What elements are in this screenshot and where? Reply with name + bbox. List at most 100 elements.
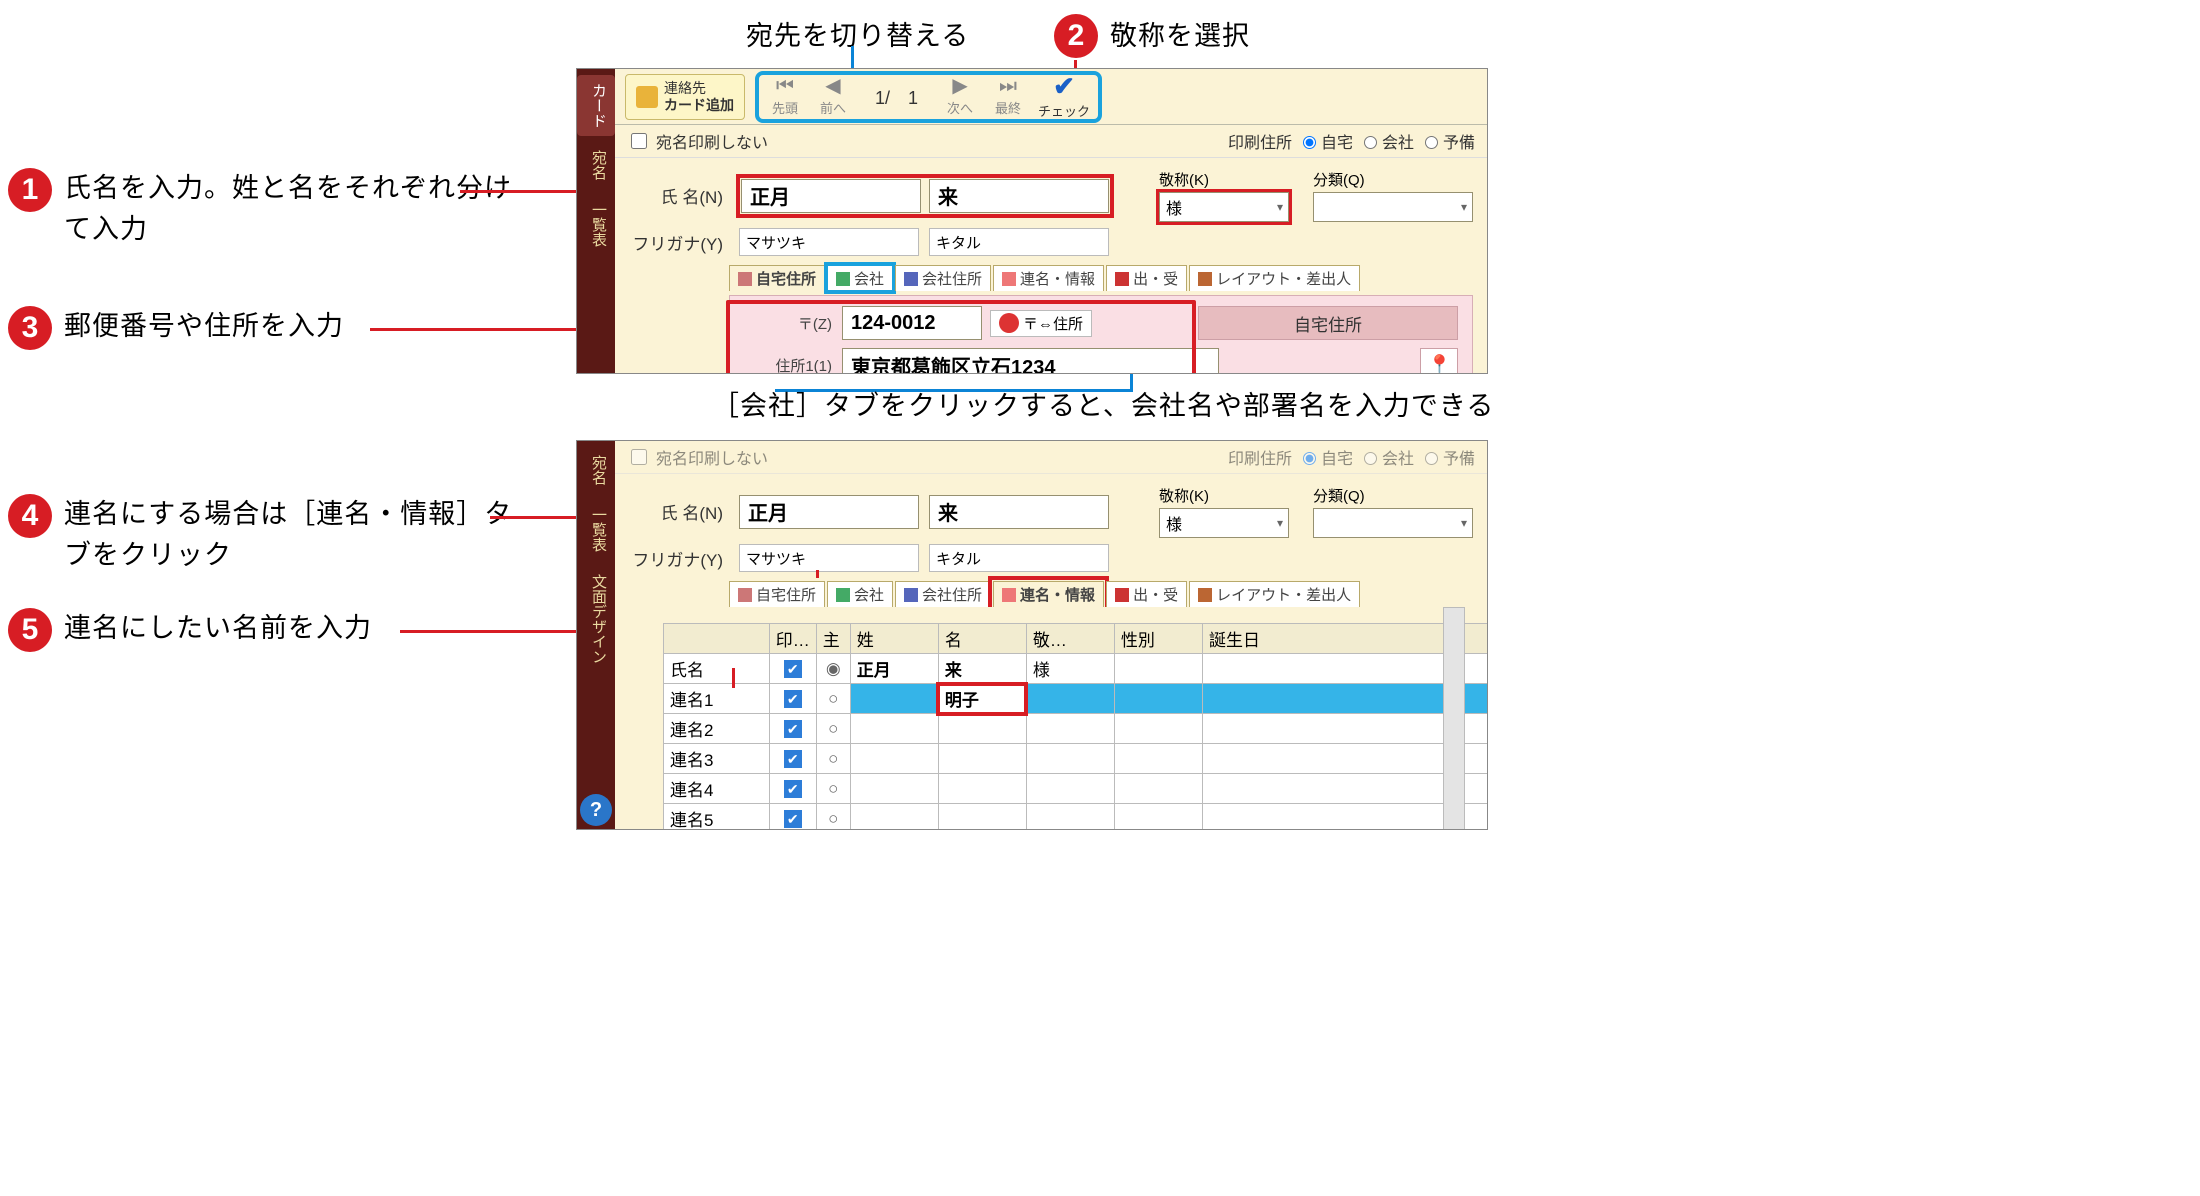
prev-icon: ◀: [825, 76, 840, 96]
no-print-checkbox-label[interactable]: 宛名印刷しない: [627, 129, 768, 153]
no-print-checkbox-2[interactable]: [631, 449, 647, 465]
print-options-row: 宛名印刷しない 印刷住所 自宅 会社 予備: [615, 125, 1487, 158]
name-label-2: 氏 名(N): [629, 499, 729, 524]
home-address-panel: 〒(Z) 〒⇔住所 住所1(1) 住所2(2) 自宅住所 📍: [729, 295, 1473, 374]
tab-layout-sender[interactable]: レイアウト・差出人: [1189, 265, 1360, 291]
furigana-mei-input-2[interactable]: [929, 544, 1109, 572]
company-tab-note: ［会社］タブをクリックすると、会社名や部署名を入力できる: [712, 384, 1494, 423]
note-switch-recipient-text: 宛先を切り替える: [746, 16, 969, 57]
map-pin-button[interactable]: 📍: [1420, 348, 1458, 374]
record-nav-cluster: ⏮先頭 ◀前へ 1/ 1 ▶次へ ⏭最終 ✔チェック: [755, 71, 1102, 123]
print-addr-company[interactable]: 会社: [1359, 129, 1414, 153]
nav-next-button[interactable]: ▶次へ: [936, 73, 984, 121]
callout-2: 2 敬称を選択: [1054, 14, 1250, 58]
category-select-2[interactable]: [1313, 508, 1473, 538]
leader-4v2: [816, 570, 819, 578]
callout-1-text: 氏名を入力。姓と名をそれぞれ分けて入力: [64, 168, 528, 249]
app-panel-2: 宛名 一覧表 文面デザイン ? 宛名印刷しない 印刷住所 自宅 会社 予備: [576, 440, 1488, 830]
joint-row-4[interactable]: 連名4 ✔ ○: [664, 774, 1489, 804]
tab-joint-info-2[interactable]: 連名・情報: [993, 581, 1104, 607]
tab-home-address-2[interactable]: 自宅住所: [729, 581, 825, 607]
tab-company-address-2[interactable]: 会社住所: [895, 581, 991, 607]
print-addr-company-radio[interactable]: [1364, 136, 1377, 149]
joint-name-area: 印… 主 姓 名 敬… 性別 誕生日 氏名 ✔ ◉ 正月: [629, 607, 1473, 830]
nav-prev-button[interactable]: ◀前へ: [809, 73, 857, 121]
print-check-icon: ✔: [784, 660, 802, 678]
joint-table-scrollbar[interactable]: [1443, 607, 1465, 830]
joint-name-1-input[interactable]: 明子: [938, 684, 1026, 714]
joint-row-5[interactable]: 連名5 ✔ ○: [664, 804, 1489, 831]
joint-row-1[interactable]: 連名1 ✔ ○ 明子: [664, 684, 1489, 714]
furigana-sei-input-2[interactable]: [739, 544, 919, 572]
help-bubble-icon[interactable]: ?: [580, 794, 612, 826]
joint-row-2[interactable]: 連名2 ✔ ○: [664, 714, 1489, 744]
surname-input-2[interactable]: [739, 495, 919, 529]
layout-icon: [1198, 272, 1212, 286]
company-tab-note-text: ［会社］タブをクリックすると、会社名や部署名を入力できる: [712, 391, 1494, 421]
toolbar: 連絡先カード追加 ⏮先頭 ◀前へ 1/ 1 ▶次へ ⏭最終 ✔チェック: [615, 69, 1487, 125]
tab-home-address[interactable]: 自宅住所: [729, 265, 825, 291]
nav-check-button[interactable]: ✔チェック: [1032, 73, 1096, 121]
callout-4-text: 連名にする場合は［連名・情報］タブをクリック: [64, 494, 528, 575]
note-switch-recipient: 宛先を切り替える: [746, 16, 969, 57]
tab-joint-info[interactable]: 連名・情報: [993, 265, 1104, 291]
side-tab-bunmen[interactable]: 文面デザイン: [577, 566, 615, 672]
tab-company-address[interactable]: 会社住所: [895, 265, 991, 291]
address-tabs-2: 自宅住所 会社 会社住所 連名・情報 出・受 レイアウト・差出人: [629, 575, 1473, 607]
side-tab-card[interactable]: カード: [577, 75, 615, 136]
tab-company[interactable]: 会社: [827, 265, 893, 291]
callout-3-number: 3: [8, 306, 52, 350]
add-card-icon: [636, 86, 658, 108]
first-icon: ⏮: [776, 76, 794, 96]
leader-5v2: [732, 668, 735, 688]
nav-last-button[interactable]: ⏭最終: [984, 73, 1032, 121]
print-addr-spare[interactable]: 予備: [1420, 129, 1475, 153]
home-address-button[interactable]: 自宅住所: [1198, 306, 1458, 340]
side-tab-atena-2[interactable]: 宛名: [577, 447, 615, 493]
callout-4-number: 4: [8, 494, 52, 538]
home-icon: [738, 272, 752, 286]
check-icon: ✔: [1053, 73, 1075, 99]
callout-5-number: 5: [8, 608, 52, 652]
tab-company-2[interactable]: 会社: [827, 581, 893, 607]
print-addr-home[interactable]: 自宅: [1298, 129, 1353, 153]
tab-layout-sender-2[interactable]: レイアウト・差出人: [1189, 581, 1360, 607]
nav-first-button[interactable]: ⏮先頭: [761, 73, 809, 121]
side-tab-list-2[interactable]: 一覧表: [577, 499, 615, 560]
joint-row-3[interactable]: 連名3 ✔ ○: [664, 744, 1489, 774]
joint-row-main[interactable]: 氏名 ✔ ◉ 正月 来 様: [664, 654, 1489, 684]
joint-header-row: 印… 主 姓 名 敬… 性別 誕生日: [664, 624, 1489, 654]
side-tab-strip-2: 宛名 一覧表 文面デザイン: [577, 441, 615, 829]
furigana-label: フリガナ(Y): [629, 230, 729, 255]
no-print-text: 宛名印刷しない: [656, 129, 768, 153]
name-label: 氏 名(N): [629, 183, 729, 208]
surname-input[interactable]: [741, 179, 921, 213]
tab-inout-2[interactable]: 出・受: [1106, 581, 1187, 607]
no-print-checkbox[interactable]: [631, 133, 647, 149]
furigana-mei-input[interactable]: [929, 228, 1109, 256]
category-select[interactable]: [1313, 192, 1473, 222]
inout-icon: [1115, 272, 1129, 286]
no-print-checkbox-label-2[interactable]: 宛名印刷しない: [627, 445, 768, 469]
given-name-input-2[interactable]: [929, 495, 1109, 529]
tab-inout[interactable]: 出・受: [1106, 265, 1187, 291]
honorific-select-2[interactable]: [1159, 508, 1289, 538]
add-contact-card-button[interactable]: 連絡先カード追加: [625, 74, 745, 120]
joint-icon: [1002, 272, 1016, 286]
joint-name-table: 印… 主 姓 名 敬… 性別 誕生日 氏名 ✔ ◉ 正月: [663, 623, 1488, 830]
side-tab-list[interactable]: 一覧表: [577, 194, 615, 255]
print-addr-home-radio[interactable]: [1303, 136, 1316, 149]
honorific-select[interactable]: [1159, 192, 1289, 222]
add-card-label: 連絡先カード追加: [664, 80, 734, 112]
name-form-area-2: 氏 名(N) 敬称(K) 分類(Q) フリガナ(Y): [615, 474, 1487, 830]
print-addr-spare-radio[interactable]: [1425, 136, 1438, 149]
print-address-label: 印刷住所: [1228, 129, 1292, 153]
callout-1: 1 氏名を入力。姓と名をそれぞれ分けて入力: [8, 168, 528, 249]
side-tab-atena[interactable]: 宛名: [577, 142, 615, 188]
record-position: 1/ 1: [857, 84, 936, 110]
given-name-input[interactable]: [929, 179, 1109, 213]
building-icon: [904, 272, 918, 286]
callout-1-number: 1: [8, 168, 52, 212]
furigana-sei-input[interactable]: [739, 228, 919, 256]
name-form-area: 氏 名(N) 敬称(K) 分類(Q): [615, 158, 1487, 374]
